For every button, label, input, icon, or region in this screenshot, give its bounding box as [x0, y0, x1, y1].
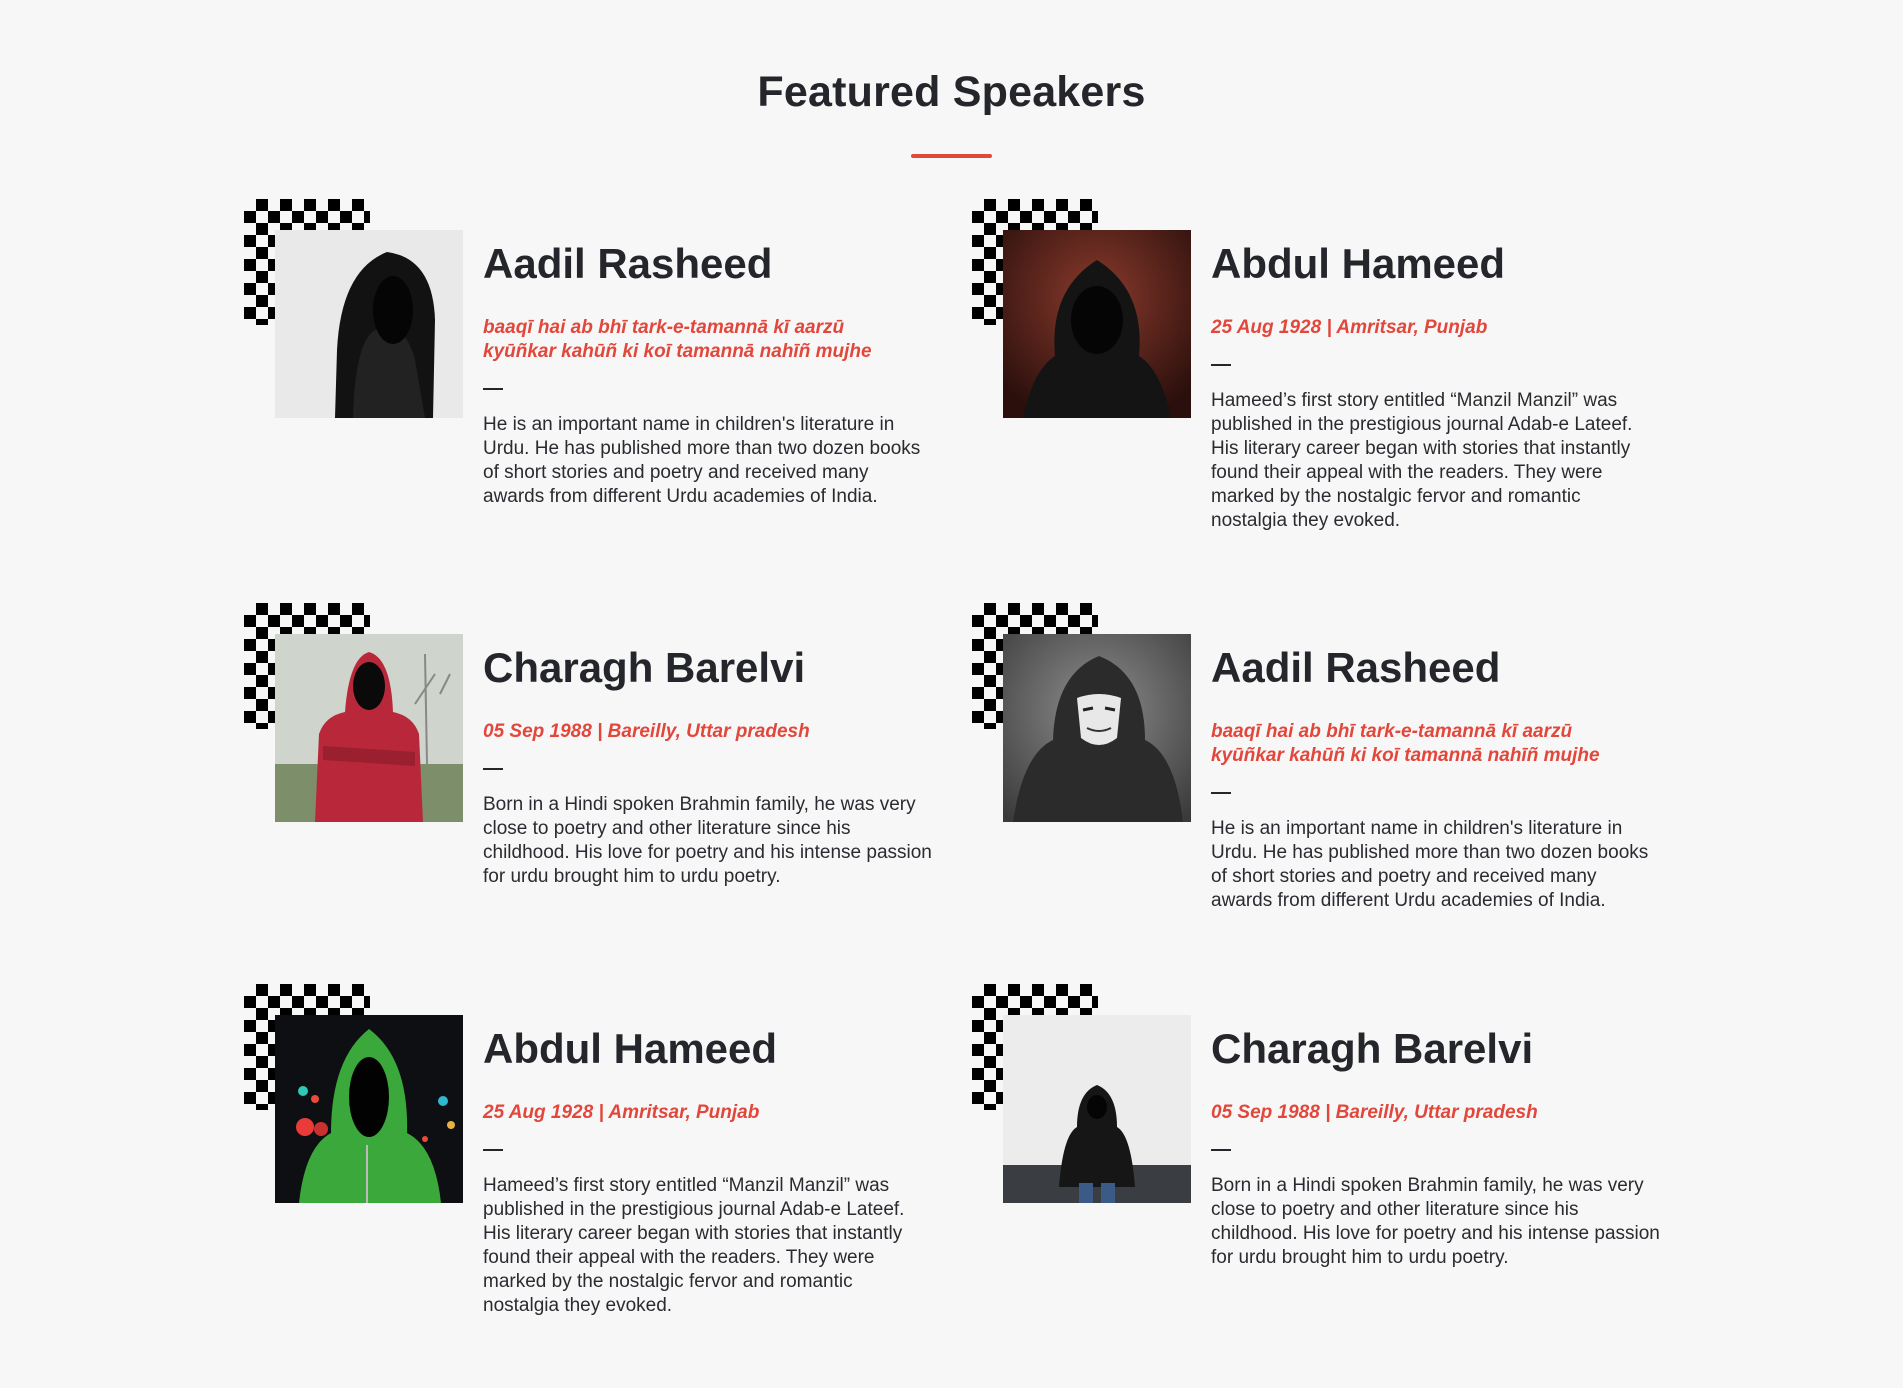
speaker-bio: Hameed’s first story entitled “Manzil Ma…	[1211, 390, 1633, 531]
speaker-subtitle: baaqī hai ab bhī tark-e-tamannā kī aarzū…	[483, 317, 872, 362]
speaker-photo	[275, 230, 463, 418]
speaker-photo	[275, 634, 463, 822]
speaker-subtitle: 05 Sep 1988 | Bareilly, Uttar pradesh	[483, 721, 810, 742]
divider-dash	[1211, 792, 1231, 794]
speaker-name: Charagh Barelvi	[483, 644, 806, 691]
speaker-bio: He is an important name in children's li…	[1211, 818, 1649, 911]
speaker-bio: He is an important name in children's li…	[483, 414, 921, 507]
speaker-name: Aadil Rasheed	[483, 240, 773, 287]
speaker-name: Abdul Hameed	[483, 1025, 778, 1072]
speaker-name: Aadil Rasheed	[1211, 644, 1501, 691]
speaker-name: Abdul Hameed	[1211, 240, 1506, 287]
speaker-subtitle: 25 Aug 1928 | Amritsar, Punjab	[483, 1102, 760, 1123]
speaker-subtitle: baaqī hai ab bhī tark-e-tamannā kī aarzū…	[1211, 721, 1600, 766]
speaker-name: Charagh Barelvi	[1211, 1025, 1534, 1072]
divider-dash	[1211, 364, 1231, 366]
featured-speakers-section: Featured Speakers Aadil Rasheed baaqī ha…	[0, 0, 1903, 1388]
divider-dash	[483, 1149, 503, 1151]
divider-dash	[1211, 1149, 1231, 1151]
speaker-photo	[1003, 1015, 1191, 1203]
speaker-photo	[1003, 634, 1191, 822]
speaker-bio: Hameed’s first story entitled “Manzil Ma…	[483, 1175, 905, 1316]
speaker-subtitle: 25 Aug 1928 | Amritsar, Punjab	[1211, 317, 1488, 338]
speaker-bio: Born in a Hindi spoken Brahmin family, h…	[1211, 1175, 1660, 1268]
section-title: Featured Speakers	[757, 68, 1146, 116]
speaker-bio: Born in a Hindi spoken Brahmin family, h…	[483, 794, 932, 887]
title-underline	[911, 154, 992, 158]
divider-dash	[483, 768, 503, 770]
divider-dash	[483, 388, 503, 390]
speaker-photo	[1003, 230, 1191, 418]
speaker-photo	[275, 1015, 463, 1203]
speaker-subtitle: 05 Sep 1988 | Bareilly, Uttar pradesh	[1211, 1102, 1538, 1123]
